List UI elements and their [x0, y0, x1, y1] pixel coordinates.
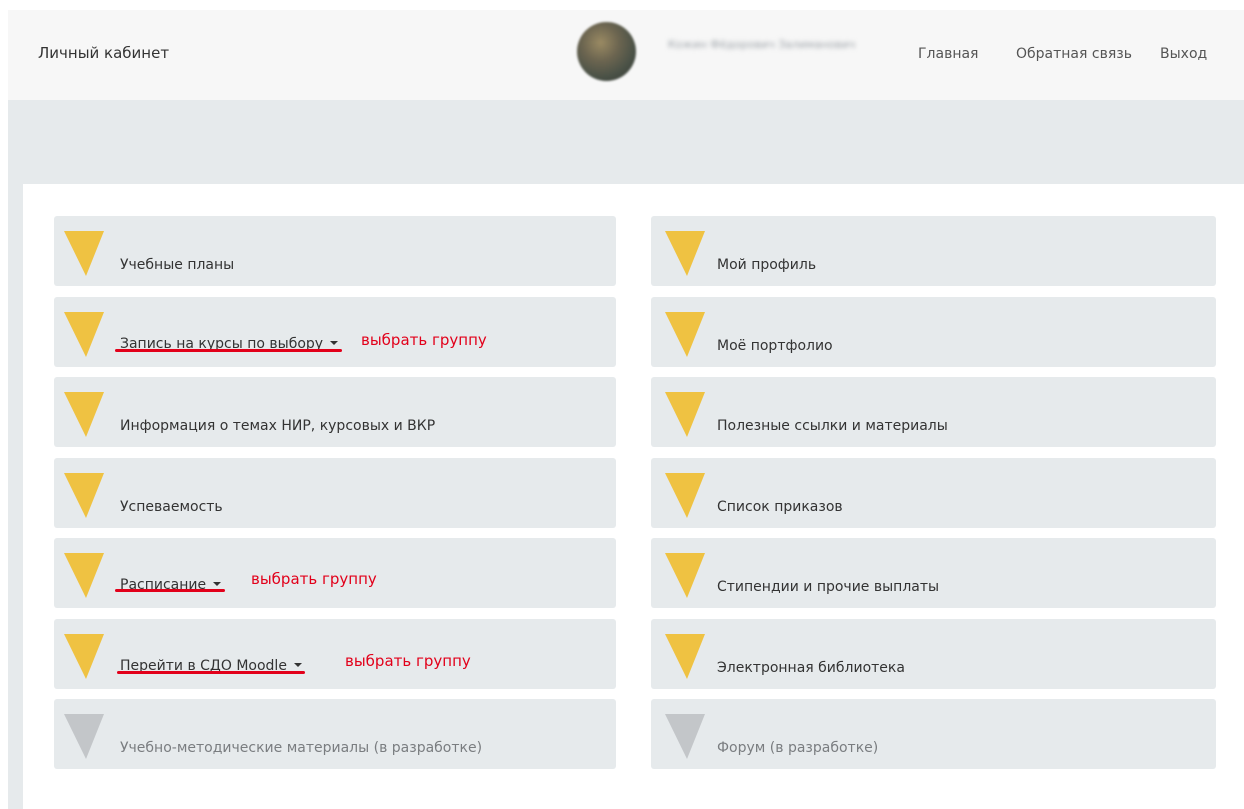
triangle-icon: [64, 553, 104, 598]
card-research-topics[interactable]: Информация о темах НИР, курсовых и ВКР: [54, 377, 616, 447]
card-label[interactable]: Моё портфолио: [717, 338, 833, 354]
card-scholarships[interactable]: Стипендии и прочие выплаты: [651, 538, 1216, 608]
card-portfolio[interactable]: Моё портфолио: [651, 297, 1216, 367]
card-label[interactable]: Мой профиль: [717, 257, 816, 273]
card-orders-list[interactable]: Список приказов: [651, 458, 1216, 528]
page-edge: [0, 0, 8, 809]
caret-down-icon[interactable]: [293, 663, 302, 667]
user-name[interactable]: Кожин Фёдорович Залиманович: [668, 38, 894, 50]
annotation-label: выбрать группу: [251, 570, 377, 588]
triangle-icon: [64, 392, 104, 437]
triangle-icon: [64, 231, 104, 276]
red-underline: [117, 671, 305, 674]
caret-down-icon[interactable]: [213, 582, 222, 586]
red-underline: [115, 349, 342, 352]
card-moodle[interactable]: Перейти в СДО Moodle выбрать группу: [54, 619, 616, 689]
card-elective-courses[interactable]: Запись на курсы по выбору выбрать группу: [54, 297, 616, 367]
annotation-label: выбрать группу: [361, 331, 487, 349]
card-label: Учебно-методические материалы (в разрабо…: [120, 740, 483, 756]
card-forum: Форум (в разработке): [651, 699, 1216, 769]
user-avatar[interactable]: [577, 22, 636, 81]
card-schedule[interactable]: Расписание выбрать группу: [54, 538, 616, 608]
top-navbar: Личный кабинет Кожин Фёдорович Залиманов…: [8, 10, 1244, 100]
triangle-icon: [64, 714, 104, 759]
triangle-icon: [64, 634, 104, 679]
triangle-icon: [665, 312, 705, 357]
card-label[interactable]: Стипендии и прочие выплаты: [717, 579, 939, 595]
triangle-icon: [64, 312, 104, 357]
card-label[interactable]: Успеваемость: [120, 499, 223, 515]
card-label[interactable]: Информация о темах НИР, курсовых и ВКР: [120, 418, 435, 434]
card-label[interactable]: Список приказов: [717, 499, 843, 515]
caret-down-icon[interactable]: [330, 341, 339, 345]
brand-title[interactable]: Личный кабинет: [38, 44, 169, 62]
card-label[interactable]: Электронная библиотека: [717, 660, 905, 676]
card-e-library[interactable]: Электронная библиотека: [651, 619, 1216, 689]
triangle-icon: [665, 634, 705, 679]
card-grades[interactable]: Успеваемость: [54, 458, 616, 528]
card-useful-links[interactable]: Полезные ссылки и материалы: [651, 377, 1216, 447]
nav-logout-link[interactable]: Выход: [1160, 46, 1207, 62]
card-teaching-materials: Учебно-методические материалы (в разрабо…: [54, 699, 616, 769]
annotation-label: выбрать группу: [345, 652, 471, 670]
card-study-plans[interactable]: Учебные планы: [54, 216, 616, 286]
triangle-icon: [665, 553, 705, 598]
triangle-icon: [665, 714, 705, 759]
triangle-icon: [665, 231, 705, 276]
triangle-icon: [665, 392, 705, 437]
nav-home-link[interactable]: Главная: [918, 46, 978, 62]
card-my-profile[interactable]: Мой профиль: [651, 216, 1216, 286]
menu-panel: Учебные планы Запись на курсы по выбору …: [23, 184, 1244, 809]
triangle-icon: [665, 473, 705, 518]
card-label[interactable]: Полезные ссылки и материалы: [717, 418, 948, 434]
triangle-icon: [64, 473, 104, 518]
card-label: Форум (в разработке): [717, 740, 879, 756]
nav-feedback-link[interactable]: Обратная связь: [1016, 46, 1132, 62]
red-underline: [115, 589, 225, 592]
card-label[interactable]: Учебные планы: [120, 257, 234, 273]
